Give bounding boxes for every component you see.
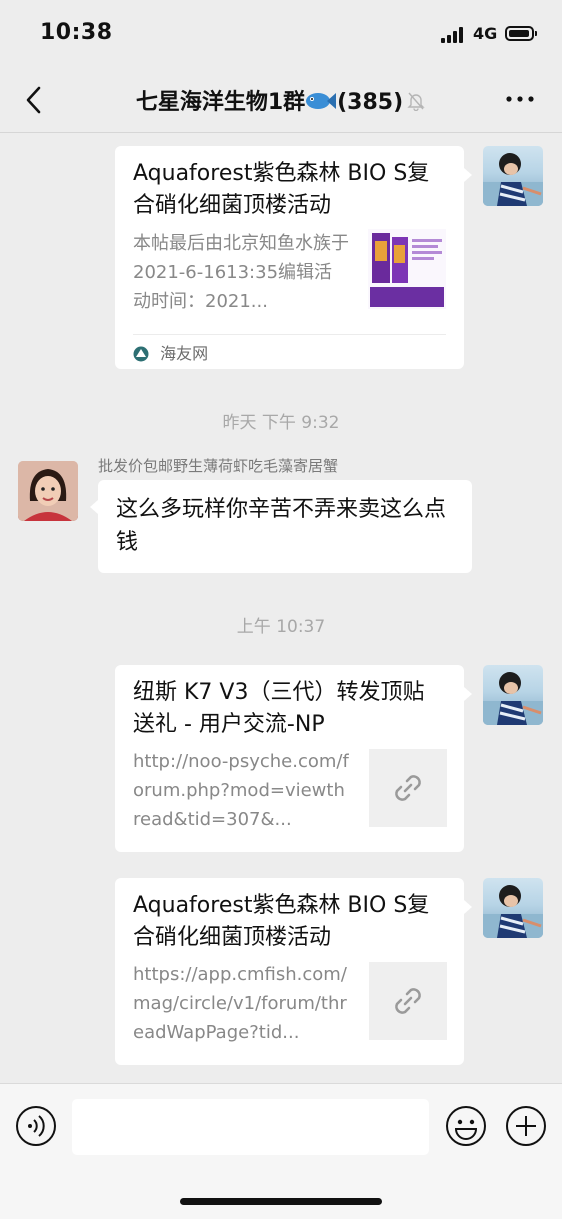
my-avatar[interactable] — [483, 665, 543, 725]
voice-icon[interactable] — [15, 1105, 57, 1151]
status-time: 10:38 — [40, 20, 113, 45]
member-count: (385) — [337, 90, 404, 115]
my-avatar[interactable] — [483, 878, 543, 938]
fish-emoji-icon — [305, 90, 337, 118]
card-description: http://noo-psyche.com/forum.php?mod=view… — [133, 751, 349, 830]
timestamp: 上午 10:37 — [236, 617, 326, 637]
card-title: Aquaforest紫色森林 BIO S复合硝化细菌顶楼活动 — [133, 893, 430, 950]
card-title: Aquaforest紫色森林 BIO S复合硝化细菌顶楼活动 — [133, 161, 430, 218]
chat-title: 七星海洋生物1群 (385) — [0, 84, 562, 118]
card-thumbnail — [369, 962, 447, 1040]
group-name: 七星海洋生物1群 — [135, 90, 306, 115]
nav-bar: 七星海洋生物1群 (385) — [0, 70, 562, 133]
link-card[interactable]: 纽斯 K7 V3（三代）转发顶贴送礼 - 用户交流-NP http://noo-… — [115, 665, 472, 852]
sender-name: 批发价包邮野生薄荷虾吃毛藻寄居蟹 — [98, 457, 339, 475]
message-text: 这么多玩样你辛苦不弄来卖这么点钱 — [116, 497, 447, 555]
home-indicator — [180, 1198, 382, 1205]
card-source: 海友网 — [133, 334, 446, 375]
sender-avatar[interactable] — [18, 461, 78, 521]
network-label: 4G — [473, 24, 498, 43]
card-title: 纽斯 K7 V3（三代）转发顶贴送礼 - 用户交流-NP — [133, 680, 425, 737]
status-bar: 10:38 4G — [0, 0, 562, 70]
link-card[interactable]: Aquaforest紫色森林 BIO S复合硝化细菌顶楼活动 本帖最后由北京知鱼… — [115, 146, 472, 369]
card-thumbnail — [369, 749, 447, 827]
my-avatar[interactable] — [483, 146, 543, 206]
add-icon[interactable] — [505, 1105, 547, 1151]
link-icon — [388, 768, 428, 812]
message-input[interactable] — [72, 1099, 429, 1155]
battery-icon — [505, 26, 537, 41]
message-bubble[interactable]: 这么多玩样你辛苦不弄来卖这么点钱 — [90, 480, 472, 573]
link-icon — [388, 981, 428, 1025]
emoji-icon[interactable] — [445, 1105, 487, 1151]
timestamp: 昨天 下午 9:32 — [222, 413, 340, 433]
link-card[interactable]: Aquaforest紫色森林 BIO S复合硝化细菌顶楼活动 https://a… — [115, 878, 472, 1065]
source-name: 海友网 — [160, 344, 209, 363]
more-icon[interactable] — [503, 88, 537, 110]
card-description: 本帖最后由北京知鱼水族于2021-6-1613:35编辑活动时间：2021... — [133, 233, 349, 312]
source-logo-icon — [133, 338, 149, 376]
card-thumbnail — [368, 229, 446, 309]
signal-icon — [441, 27, 465, 43]
card-description: https://app.cmfish.com/mag/circle/v1/for… — [133, 964, 347, 1043]
input-toolbar — [0, 1083, 562, 1219]
mute-bell-icon — [406, 91, 426, 117]
